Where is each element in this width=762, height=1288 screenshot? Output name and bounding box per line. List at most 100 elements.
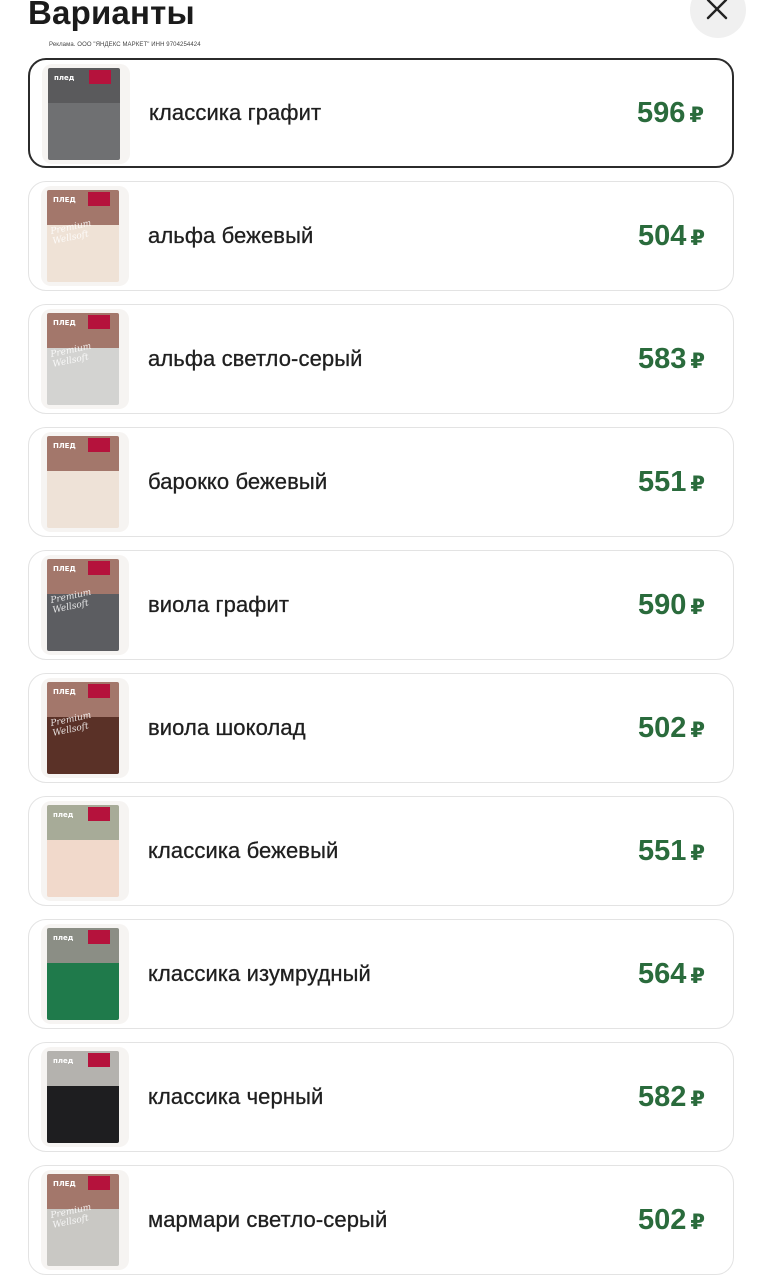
- price-value: 551: [637, 834, 687, 867]
- currency-icon: ₽: [690, 964, 705, 988]
- image-blanket: [47, 962, 119, 1020]
- variant-option[interactable]: плед классика изумрудный 564 ₽: [28, 919, 734, 1029]
- image-label: ПЛЕД: [53, 196, 76, 204]
- currency-icon: ₽: [690, 841, 705, 865]
- brand-logo: [88, 192, 110, 206]
- currency-icon: ₽: [690, 718, 705, 742]
- variant-option[interactable]: плед классика черный 582 ₽: [28, 1042, 734, 1152]
- currency-icon: ₽: [690, 1087, 705, 1111]
- image-blanket: [47, 1085, 119, 1143]
- close-icon: [706, 0, 728, 20]
- price-value: 504: [637, 219, 687, 252]
- variant-thumbnail: ПЛЕД Premium Wellsoft: [41, 678, 129, 778]
- variant-price: 583 ₽: [638, 305, 705, 413]
- variant-option[interactable]: ПЛЕД Premium Wellsoft виола шоколад 502 …: [28, 673, 734, 783]
- price-value: 582: [637, 1080, 687, 1113]
- variant-price: 590 ₽: [638, 551, 705, 659]
- variant-thumbnail: ПЛЕД Premium Wellsoft: [41, 309, 129, 409]
- product-image: ПЛЕД Premium Wellsoft: [47, 559, 119, 651]
- variant-name: классика черный: [148, 1084, 324, 1109]
- variant-option[interactable]: ПЛЕД Premium Wellsoft виола графит 590 ₽: [28, 550, 734, 660]
- ad-disclaimer: Реклама. ООО "ЯНДЕКС МАРКЕТ" ИНН 9704254…: [49, 42, 201, 48]
- variant-option[interactable]: ПЛЕД барокко бежевый 551 ₽: [28, 427, 734, 537]
- variant-price: 502 ₽: [638, 1166, 705, 1274]
- product-image: плед: [47, 1051, 119, 1143]
- image-label: ПЛЕД: [53, 442, 76, 450]
- variant-name: классика графит: [149, 100, 322, 125]
- product-image: ПЛЕД Premium Wellsoft: [47, 190, 119, 282]
- brand-logo: [88, 1053, 110, 1067]
- product-image: ПЛЕД Premium Wellsoft: [47, 313, 119, 405]
- price-value: 596: [636, 96, 686, 129]
- variant-name: виола шоколад: [148, 715, 306, 740]
- brand-logo: [88, 684, 110, 698]
- variant-name: барокко бежевый: [148, 469, 328, 494]
- image-label: ПЛЕД: [53, 319, 76, 327]
- image-label: плед: [54, 74, 75, 82]
- variant-option[interactable]: ПЛЕД Premium Wellsoft альфа бежевый 504 …: [28, 181, 734, 291]
- price-value: 551: [637, 465, 687, 498]
- variant-price: 504 ₽: [638, 182, 705, 290]
- variant-name: альфа бежевый: [148, 223, 314, 248]
- page-title: Варианты: [28, 0, 195, 31]
- brand-logo: [88, 438, 110, 452]
- product-image: плед: [47, 805, 119, 897]
- image-label: плед: [53, 811, 74, 819]
- header: Варианты Реклама. ООО "ЯНДЕКС МАРКЕТ" ИН…: [0, 0, 762, 56]
- variant-thumbnail: плед: [41, 924, 129, 1024]
- currency-icon: ₽: [690, 226, 705, 250]
- variant-price: 564 ₽: [638, 920, 705, 1028]
- currency-icon: ₽: [690, 349, 705, 373]
- variant-list: плед классика графит 596 ₽ ПЛЕД Premium …: [28, 58, 734, 1288]
- price-value: 583: [637, 342, 687, 375]
- product-image: плед: [47, 928, 119, 1020]
- image-label: плед: [53, 934, 74, 942]
- image-label: ПЛЕД: [53, 1180, 76, 1188]
- product-image: ПЛЕД Premium Wellsoft: [47, 1174, 119, 1266]
- variant-thumbnail: ПЛЕД: [41, 432, 129, 532]
- price-value: 502: [637, 1203, 687, 1236]
- image-label: ПЛЕД: [53, 565, 76, 573]
- product-image: ПЛЕД Premium Wellsoft: [47, 682, 119, 774]
- variant-price: 596 ₽: [637, 60, 704, 166]
- variant-thumbnail: плед: [41, 1047, 129, 1147]
- variant-option[interactable]: плед классика графит 596 ₽: [28, 58, 734, 168]
- brand-logo: [88, 1176, 110, 1190]
- variant-name: мармари светло-серый: [148, 1207, 388, 1232]
- currency-icon: ₽: [689, 103, 704, 127]
- price-value: 564: [637, 957, 687, 990]
- variant-thumbnail: ПЛЕД Premium Wellsoft: [41, 555, 129, 655]
- price-value: 590: [637, 588, 687, 621]
- image-blanket: [47, 839, 119, 897]
- image-blanket: [47, 470, 119, 528]
- variant-name: классика изумрудный: [148, 961, 371, 986]
- variant-option[interactable]: плед классика бежевый 551 ₽: [28, 796, 734, 906]
- variant-option[interactable]: ПЛЕД Premium Wellsoft мармари светло-сер…: [28, 1165, 734, 1275]
- product-image: плед: [48, 68, 120, 160]
- variant-name: классика бежевый: [148, 838, 339, 863]
- product-image: ПЛЕД: [47, 436, 119, 528]
- image-label: плед: [53, 1057, 74, 1065]
- variant-name: виола графит: [148, 592, 290, 617]
- variant-thumbnail: ПЛЕД Premium Wellsoft: [41, 186, 129, 286]
- variant-price: 582 ₽: [638, 1043, 705, 1151]
- variant-option[interactable]: ПЛЕД Premium Wellsoft альфа светло-серый…: [28, 304, 734, 414]
- currency-icon: ₽: [690, 1210, 705, 1234]
- brand-logo: [88, 930, 110, 944]
- variant-price: 502 ₽: [638, 674, 705, 782]
- currency-icon: ₽: [690, 472, 705, 496]
- brand-logo: [88, 807, 110, 821]
- image-label: ПЛЕД: [53, 688, 76, 696]
- variant-thumbnail: плед: [42, 64, 130, 164]
- brand-logo: [89, 70, 111, 84]
- variant-name: альфа светло-серый: [148, 346, 363, 371]
- brand-logo: [88, 315, 110, 329]
- variant-thumbnail: ПЛЕД Premium Wellsoft: [41, 1170, 129, 1270]
- price-value: 502: [637, 711, 687, 744]
- brand-logo: [88, 561, 110, 575]
- variant-price: 551 ₽: [638, 797, 705, 905]
- close-button[interactable]: [690, 0, 746, 38]
- currency-icon: ₽: [690, 595, 705, 619]
- variant-price: 551 ₽: [638, 428, 705, 536]
- variant-thumbnail: плед: [41, 801, 129, 901]
